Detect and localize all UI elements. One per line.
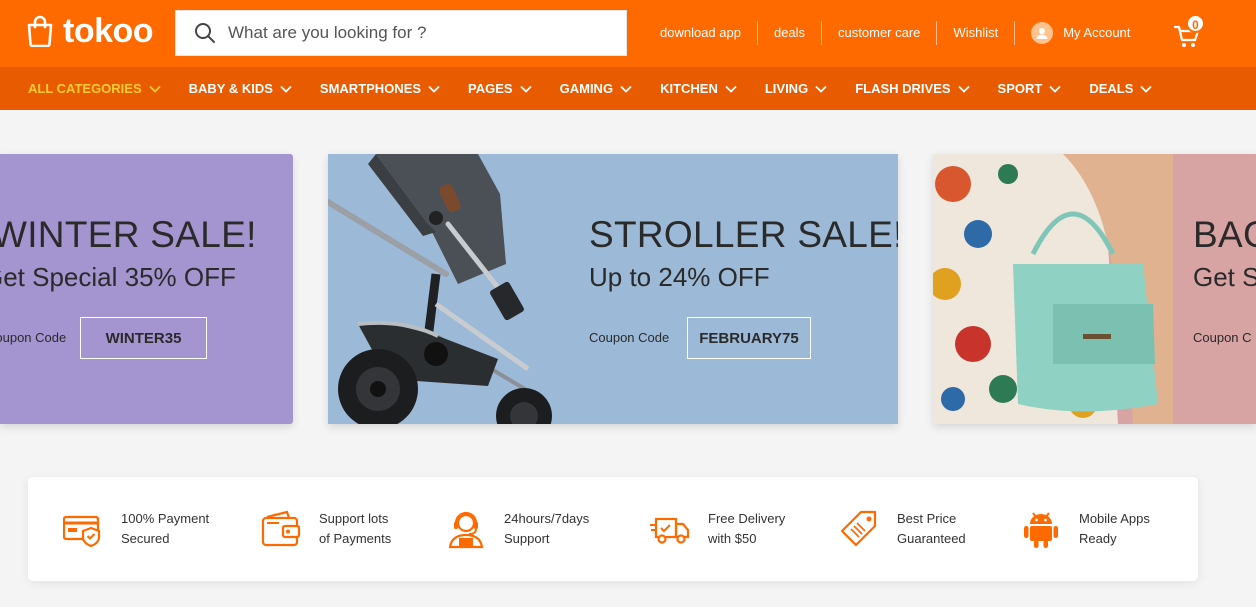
feature-line2: of Payments bbox=[319, 531, 392, 546]
feature-text: Free Delivery with $50 bbox=[708, 509, 818, 549]
feature-mobile-apps: Mobile Apps Ready bbox=[1021, 477, 1189, 581]
chevron-down-icon bbox=[149, 85, 161, 93]
feature-line1: Support lots bbox=[319, 511, 389, 526]
logo-text: tokoo bbox=[63, 12, 154, 50]
support-agent-icon bbox=[448, 511, 484, 549]
feature-text: Support lots of Payments bbox=[319, 509, 429, 549]
logo[interactable]: tokoo bbox=[26, 12, 154, 50]
nav-pages[interactable]: PAGES bbox=[468, 81, 532, 96]
nav-label: PAGES bbox=[468, 81, 513, 96]
nav-baby-kids[interactable]: BABY & KIDS bbox=[189, 81, 292, 96]
banner-subtitle: Get S bbox=[1193, 262, 1256, 292]
nav-label: DEALS bbox=[1089, 81, 1134, 96]
feature-line1: 100% Payment bbox=[121, 511, 210, 526]
winter-sale-banner[interactable]: WINTER SALE! Get Special 35% OFF Coupon … bbox=[0, 154, 293, 424]
banner-title: WINTER SALE! bbox=[0, 214, 257, 255]
nav-flash-drives[interactable]: FLASH DRIVES bbox=[855, 81, 970, 96]
feature-text: Best Price Guaranteed bbox=[897, 509, 1007, 549]
banner-subtitle: Get Special 35% OFF bbox=[0, 262, 236, 292]
chevron-down-icon bbox=[280, 85, 292, 93]
coupon-code-box[interactable]: FEBRUARY75 bbox=[687, 317, 811, 359]
chevron-down-icon bbox=[1049, 85, 1061, 93]
feature-line2: Secured bbox=[121, 531, 170, 546]
bag-sale-banner[interactable]: BAG Get S Coupon C bbox=[933, 154, 1256, 424]
feature-payments: Support lots of Payments bbox=[261, 477, 429, 581]
category-nav: ALL CATEGORIES BABY & KIDS SMARTPHONES P… bbox=[0, 67, 1256, 110]
user-avatar-icon bbox=[1031, 22, 1054, 44]
search-input[interactable] bbox=[228, 23, 618, 43]
coupon-label: Coupon Code bbox=[589, 330, 670, 345]
stroller-sale-banner[interactable]: STROLLER SALE! Up to 24% OFF Coupon Code… bbox=[328, 154, 898, 424]
nav-all-categories[interactable]: ALL CATEGORIES bbox=[28, 81, 161, 96]
feature-free-delivery: Free Delivery with $50 bbox=[650, 477, 818, 581]
price-tag-icon bbox=[840, 510, 877, 547]
deals-link[interactable]: deals bbox=[758, 21, 823, 45]
customer-care-label: customer care bbox=[838, 25, 921, 40]
nav-label: ALL CATEGORIES bbox=[28, 81, 142, 96]
chevron-down-icon bbox=[725, 85, 737, 93]
feature-line1: Mobile Apps bbox=[1079, 511, 1150, 526]
search-bar bbox=[175, 10, 627, 56]
deals-label: deals bbox=[773, 25, 806, 40]
cart-button[interactable]: 0 bbox=[1172, 14, 1206, 50]
chevron-down-icon bbox=[957, 85, 970, 93]
nav-deals[interactable]: DEALS bbox=[1089, 81, 1153, 96]
coupon-label: Coupon C bbox=[1193, 330, 1252, 345]
my-account-link[interactable]: My Account bbox=[1015, 21, 1146, 45]
feature-best-price: Best Price Guaranteed bbox=[839, 477, 1007, 581]
chevron-down-icon bbox=[428, 85, 440, 93]
nav-label: GAMING bbox=[559, 81, 614, 96]
nav-kitchen[interactable]: KITCHEN bbox=[660, 81, 737, 96]
shopping-bag-icon bbox=[27, 15, 53, 47]
download-app-label: download app bbox=[660, 25, 741, 40]
feature-support: 24hours/7days Support bbox=[446, 477, 614, 581]
my-account-label: My Account bbox=[1063, 25, 1131, 40]
chevron-down-icon bbox=[620, 85, 632, 93]
feature-line2: Ready bbox=[1079, 531, 1117, 546]
feature-line1: Best Price bbox=[897, 511, 957, 526]
banner-title: BAG bbox=[1193, 214, 1256, 255]
download-app-link[interactable]: download app bbox=[644, 21, 758, 45]
customer-care-link[interactable]: customer care bbox=[822, 21, 938, 45]
wishlist-label: Wishlist bbox=[953, 25, 999, 40]
feature-line2: Support bbox=[504, 531, 550, 546]
nav-gaming[interactable]: GAMING bbox=[560, 81, 632, 96]
chevron-down-icon bbox=[815, 85, 827, 93]
feature-text: 24hours/7days Support bbox=[504, 509, 614, 549]
feature-line1: Free Delivery bbox=[708, 511, 786, 526]
feature-line2: Guaranteed bbox=[897, 531, 966, 546]
features-strip: 100% Payment Secured Support lots of Pay… bbox=[28, 477, 1198, 581]
nav-sport[interactable]: SPORT bbox=[998, 81, 1062, 96]
coupon-label: Coupon Code bbox=[0, 330, 67, 345]
feature-text: 100% Payment Secured bbox=[121, 509, 231, 549]
nav-label: SPORT bbox=[997, 81, 1043, 96]
chevron-down-icon bbox=[519, 85, 532, 93]
banner-subtitle: Up to 24% OFF bbox=[589, 262, 770, 292]
top-links: download app deals customer care Wishlis… bbox=[644, 20, 1146, 46]
chevron-down-icon bbox=[1140, 85, 1153, 93]
banner-title: STROLLER SALE! bbox=[589, 214, 898, 255]
nav-label: BABY & KIDS bbox=[188, 81, 273, 96]
feature-line1: 24hours/7days bbox=[504, 511, 590, 526]
nav-label: FLASH DRIVES bbox=[855, 81, 951, 96]
android-icon bbox=[1024, 512, 1058, 548]
handbag-model-image bbox=[933, 154, 1173, 424]
header-bar: tokoo download app deals customer care W… bbox=[0, 0, 1256, 67]
delivery-truck-icon bbox=[650, 517, 690, 544]
search-icon[interactable] bbox=[194, 22, 216, 44]
nav-label: KITCHEN bbox=[660, 81, 718, 96]
nav-smartphones[interactable]: SMARTPHONES bbox=[320, 81, 440, 96]
wallet-icon bbox=[261, 510, 301, 547]
feature-line2: with $50 bbox=[708, 531, 757, 546]
feature-secure-payment: 100% Payment Secured bbox=[63, 477, 231, 581]
nav-label: SMARTPHONES bbox=[319, 81, 422, 96]
wishlist-link[interactable]: Wishlist bbox=[937, 21, 1016, 45]
stroller-image bbox=[328, 154, 552, 424]
feature-text: Mobile Apps Ready bbox=[1079, 509, 1189, 549]
coupon-code-box[interactable]: WINTER35 bbox=[80, 317, 207, 359]
secure-payment-icon bbox=[63, 515, 101, 548]
nav-label: LIVING bbox=[764, 81, 809, 96]
nav-living[interactable]: LIVING bbox=[765, 81, 827, 96]
cart-count-badge: 0 bbox=[1186, 14, 1205, 33]
